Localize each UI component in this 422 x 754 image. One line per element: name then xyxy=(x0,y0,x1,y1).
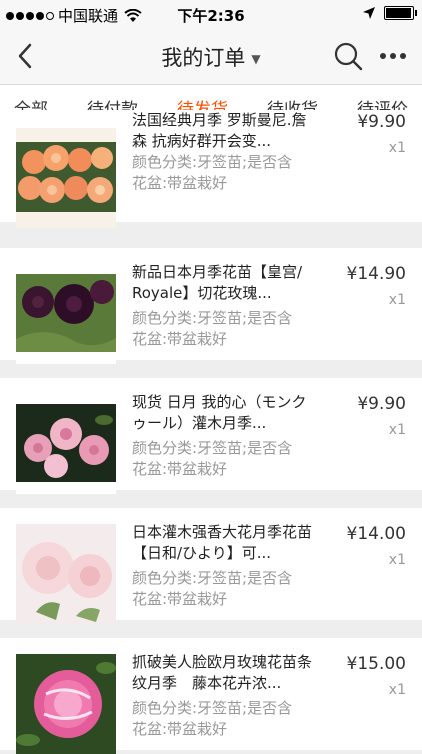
product-image xyxy=(16,524,116,624)
status-time: 下午2:36 xyxy=(177,7,245,25)
order-item[interactable]: 法国经典月季 罗斯曼尼.詹森 抗病好群开会变... 颜色分类:牙签苗;是否含 花… xyxy=(0,110,422,228)
product-spec-color: 颜色分类:牙签苗;是否含 xyxy=(132,569,293,587)
battery-icon xyxy=(384,6,417,20)
product-spec-color: 颜色分类:牙签苗;是否含 xyxy=(132,309,293,327)
product-spec-pot: 花盆:带盆栽好 xyxy=(132,720,228,738)
product-price: ¥9.90 xyxy=(357,112,406,132)
product-quantity: x1 xyxy=(388,422,406,438)
product-spec-color: 颜色分类:牙签苗;是否含 xyxy=(132,699,293,717)
status-right xyxy=(362,6,417,20)
location-arrow-icon xyxy=(363,7,375,19)
product-spec-pot: 花盆:带盆栽好 xyxy=(132,590,228,608)
product-quantity: x1 xyxy=(388,682,406,698)
product-spec-pot: 花盆:带盆栽好 xyxy=(132,174,228,192)
product-price: ¥9.90 xyxy=(357,394,406,414)
more-icon[interactable] xyxy=(378,42,408,70)
order-item[interactable]: 抓破美人脸欧月玫瑰花苗条纹月季 藤本花卉浓... 颜色分类:牙签苗;是否含 花盆… xyxy=(0,638,422,754)
page-title-text: 我的订单 xyxy=(161,46,246,70)
product-image xyxy=(16,394,116,494)
product-quantity: x1 xyxy=(388,140,406,156)
product-title: 法国经典月季 罗斯曼尼.詹森 抗病好群开会变... xyxy=(132,111,307,150)
order-item[interactable]: 现货 日月 我的心（モンクゥール）灌木月季... 颜色分类:牙签苗;是否含 花盆… xyxy=(0,378,422,494)
product-image xyxy=(16,128,116,228)
product-quantity: x1 xyxy=(388,552,406,568)
chevron-down-icon: ▼ xyxy=(251,52,261,66)
product-image xyxy=(16,264,116,364)
search-icon[interactable] xyxy=(332,40,364,72)
product-spec-pot: 花盆:带盆栽好 xyxy=(132,460,228,478)
product-spec-color: 颜色分类:牙签苗;是否含 xyxy=(132,153,293,171)
order-item[interactable]: 新品日本月季花苗【皇宫/Royale】切花玫瑰... 颜色分类:牙签苗;是否含 … xyxy=(0,248,422,364)
product-title: 日本灌木强香大花月季花苗【日和/ひより】可... xyxy=(132,523,312,562)
nav-bar: 我的订单 ▼ xyxy=(0,28,422,85)
product-title: 抓破美人脸欧月玫瑰花苗条纹月季 藤本花卉浓... xyxy=(132,653,312,692)
status-bar: 中国联通 下午2:36 xyxy=(0,0,422,28)
product-title: 新品日本月季花苗【皇宫/Royale】切花玫瑰... xyxy=(132,263,303,302)
product-price: ¥14.00 xyxy=(346,524,406,544)
order-item[interactable]: 日本灌木强香大花月季花苗【日和/ひより】可... 颜色分类:牙签苗;是否含 花盆… xyxy=(0,508,422,624)
product-quantity: x1 xyxy=(388,292,406,308)
product-spec-color: 颜色分类:牙签苗;是否含 xyxy=(132,439,293,457)
product-spec-pot: 花盆:带盆栽好 xyxy=(132,330,228,348)
product-image xyxy=(16,654,116,754)
product-price: ¥15.00 xyxy=(346,654,406,674)
product-title: 现货 日月 我的心（モンクゥール）灌木月季... xyxy=(132,393,307,432)
product-price: ¥14.90 xyxy=(346,264,406,284)
